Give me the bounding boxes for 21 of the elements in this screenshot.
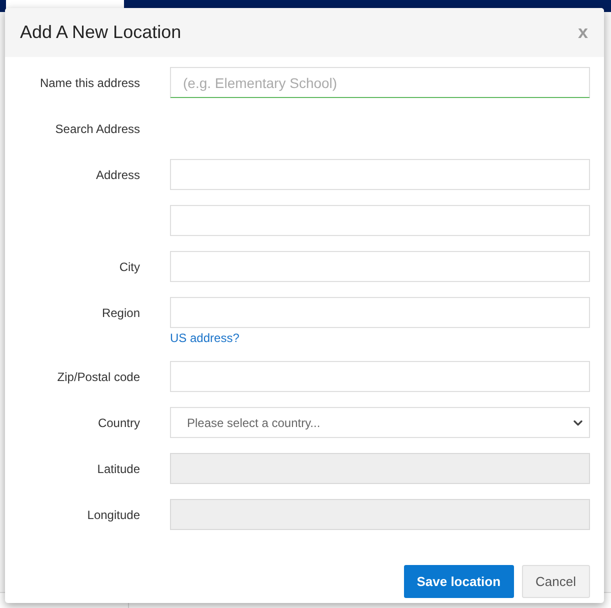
save-button[interactable]: Save location [404,565,514,598]
country-select[interactable]: Please select a country... [170,407,590,438]
field-label: Region [102,304,140,322]
field-label: Country [98,414,140,432]
field-label: Name this address [40,74,140,92]
field-label: City [119,258,140,276]
field-label: Latitude [97,460,140,478]
input-field[interactable] [170,361,590,392]
field-label: Longitude [87,506,140,524]
cancel-button[interactable]: Cancel [522,565,590,598]
input-field[interactable] [170,251,590,282]
input-field[interactable]: (e.g. Elementary School) [170,67,590,98]
input-field[interactable] [170,297,590,328]
close-button[interactable]: x [578,19,588,46]
field-label: Search Address [55,120,140,138]
input-field[interactable] [170,205,590,236]
us-address-link[interactable]: US address? [170,330,240,346]
field-label: Address [96,166,140,184]
dialog-title: Add A New Location [20,21,182,44]
input-field[interactable] [170,159,590,190]
field-label: Zip/Postal code [57,368,140,386]
